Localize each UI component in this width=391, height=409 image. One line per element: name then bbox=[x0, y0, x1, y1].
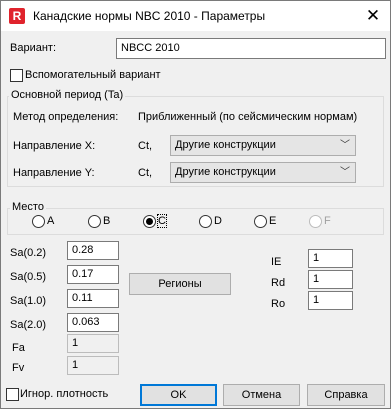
sa-label: Sa(0.5) bbox=[10, 271, 47, 283]
variant-input[interactable]: NBCC 2010 bbox=[116, 38, 386, 59]
method-label: Метод определения: bbox=[13, 111, 119, 123]
window-title: Канадские нормы NBC 2010 - Параметры bbox=[33, 9, 266, 23]
sa-input[interactable]: 0.17 bbox=[67, 265, 119, 284]
regions-button[interactable]: Регионы bbox=[129, 273, 231, 295]
ro-input[interactable]: 1 bbox=[308, 291, 353, 310]
direction-x-value: Другие конструкции bbox=[175, 139, 276, 151]
site-label-e: E bbox=[269, 215, 277, 227]
close-icon[interactable]: ✕ bbox=[361, 5, 385, 27]
dialog-window: R Канадские нормы NBC 2010 - Параметры ✕… bbox=[0, 0, 391, 409]
rd-input[interactable]: 1 bbox=[308, 270, 353, 289]
site-group-label: Место bbox=[10, 201, 46, 213]
site-radio-b[interactable] bbox=[88, 215, 101, 228]
site-radio-d[interactable] bbox=[199, 215, 212, 228]
site-label-b: B bbox=[103, 215, 111, 227]
chevron-down-icon: ﹀ bbox=[340, 167, 350, 178]
direction-y-value: Другие конструкции bbox=[175, 166, 276, 178]
fv-label: Fv bbox=[12, 362, 25, 374]
ok-button[interactable]: OK bbox=[140, 384, 217, 406]
sa-input[interactable]: 0.28 bbox=[67, 241, 119, 260]
site-radio-f[interactable] bbox=[309, 215, 322, 228]
direction-y-unit: Ct, bbox=[138, 167, 153, 179]
sa-label: Sa(1.0) bbox=[10, 295, 47, 307]
chevron-down-icon: ﹀ bbox=[340, 140, 350, 151]
auxiliary-variant-checkbox[interactable] bbox=[10, 69, 23, 82]
direction-x-unit: Ct, bbox=[138, 140, 153, 152]
site-label-a: A bbox=[47, 215, 55, 227]
sa-label: Sa(2.0) bbox=[10, 319, 47, 331]
sa-input[interactable]: 0.063 bbox=[67, 313, 119, 332]
site-label-f: F bbox=[324, 215, 331, 227]
cancel-button[interactable]: Отмена bbox=[223, 384, 300, 406]
rd-label: Rd bbox=[271, 277, 286, 289]
direction-y-label: Направление Y: bbox=[13, 167, 95, 179]
site-radio-e[interactable] bbox=[254, 215, 267, 228]
variant-label: Вариант: bbox=[10, 42, 57, 54]
ie-input[interactable]: 1 bbox=[308, 249, 353, 268]
fa-field: 1 bbox=[67, 334, 119, 353]
ignore-density-label: Игнор. плотность bbox=[20, 388, 109, 400]
main-period-group-label: Основной период (Ta) bbox=[9, 89, 126, 101]
direction-x-select[interactable]: Другие конструкции ﹀ bbox=[170, 135, 356, 156]
site-label-c: C bbox=[157, 214, 167, 228]
site-label-d: D bbox=[214, 215, 222, 227]
site-radio-a[interactable] bbox=[32, 215, 45, 228]
method-value: Приближенный (по сейсмическим нормам) bbox=[138, 111, 358, 123]
title-bar: R Канадские нормы NBC 2010 - Параметры ✕ bbox=[1, 1, 390, 31]
fa-label: Fa bbox=[12, 342, 25, 354]
ro-label: Ro bbox=[271, 298, 286, 310]
app-logo-icon: R bbox=[9, 8, 25, 24]
auxiliary-variant-label: Вспомогательный вариант bbox=[25, 69, 161, 81]
site-radio-c[interactable] bbox=[143, 215, 156, 228]
help-button[interactable]: Справка bbox=[307, 384, 385, 406]
sa-label: Sa(0.2) bbox=[10, 247, 47, 259]
direction-y-select[interactable]: Другие конструкции ﹀ bbox=[170, 162, 356, 183]
direction-x-label: Направление X: bbox=[13, 140, 96, 152]
ignore-density-checkbox[interactable] bbox=[6, 388, 19, 401]
fv-field: 1 bbox=[67, 356, 119, 375]
ie-label: IE bbox=[271, 256, 282, 268]
sa-input[interactable]: 0.11 bbox=[67, 289, 119, 308]
